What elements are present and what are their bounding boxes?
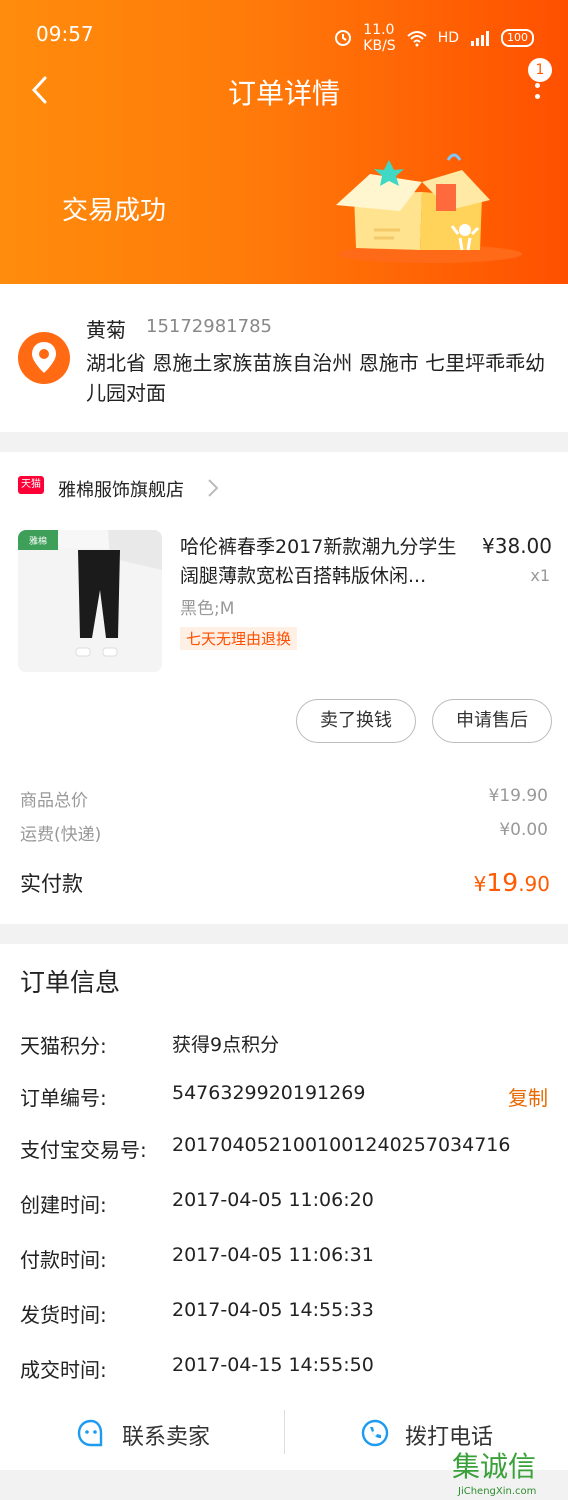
- paid-time-value: 2017-04-05 11:06:31: [172, 1244, 374, 1266]
- recipient-address: 湖北省 恩施土家族苗族自治州 恩施市 七里坪乖乖幼儿园对面: [86, 351, 546, 405]
- after-sale-button[interactable]: 申请售后: [432, 699, 552, 743]
- watermark-site: JiChengXin.com: [458, 1486, 537, 1497]
- points-label: 天猫积分:: [20, 1034, 107, 1058]
- status-time: 09:57: [36, 22, 94, 46]
- status-icons: 11.0 KB/S HD 100: [333, 22, 534, 54]
- alipay-trade-value: 2017040521001001240257034716: [172, 1134, 511, 1156]
- paid-time-label: 付款时间:: [20, 1248, 107, 1272]
- order-number-label: 订单编号:: [20, 1086, 107, 1110]
- location-pin-icon: [18, 332, 70, 384]
- chevron-right-icon[interactable]: [206, 478, 220, 498]
- recipient-name: 黄菊: [86, 318, 126, 342]
- network-speed: 11.0 KB/S: [363, 22, 396, 54]
- shipping-fee-value: ¥0.00: [499, 820, 548, 840]
- shop-name[interactable]: 雅棉服饰旗舰店: [58, 476, 184, 502]
- chat-icon[interactable]: [76, 1418, 106, 1448]
- product-price: ¥38.00: [482, 534, 552, 558]
- tmall-badge: 天猫: [18, 476, 44, 494]
- phone-icon[interactable]: [360, 1418, 390, 1448]
- alarm-icon: [335, 30, 352, 46]
- gift-box-illustration: [336, 153, 522, 263]
- shipped-time-value: 2017-04-05 14:55:33: [172, 1299, 374, 1321]
- product-quantity: x1: [530, 566, 550, 585]
- goods-total-label: 商品总价: [20, 791, 88, 811]
- created-time-value: 2017-04-05 11:06:20: [172, 1189, 374, 1211]
- order-number-value: 5476329920191269: [172, 1082, 366, 1104]
- goods-total-value: ¥19.90: [488, 786, 548, 806]
- network-type: HD: [437, 30, 459, 46]
- order-item-card: [0, 452, 568, 924]
- created-time-label: 创建时间:: [20, 1193, 107, 1217]
- sell-button[interactable]: 卖了换钱: [296, 699, 416, 743]
- page-title: 订单详情: [227, 77, 340, 110]
- return-policy-tag: 七天无理由退换: [180, 627, 298, 650]
- shipped-time-label: 发货时间:: [20, 1303, 107, 1327]
- product-title[interactable]: 哈伦裤春季2017新款潮九分学生阔腿薄款宽松百搭韩版休闲...: [180, 533, 470, 591]
- deal-time-value: 2017-04-15 14:55:50: [172, 1354, 374, 1376]
- product-spec: 黑色;M: [180, 599, 235, 619]
- contact-seller-button[interactable]: 联系卖家: [122, 1419, 210, 1451]
- order-info-title: 订单信息: [20, 968, 121, 997]
- message-badge: 1: [528, 58, 552, 82]
- shipping-fee-label: 运费(快递): [20, 825, 102, 845]
- footer-divider: [284, 1410, 285, 1454]
- call-phone-button[interactable]: 拨打电话: [405, 1419, 493, 1451]
- paid-label: 实付款: [20, 872, 83, 896]
- order-status: 交易成功: [62, 196, 167, 226]
- copy-order-number-button[interactable]: 复制: [508, 1082, 548, 1111]
- battery-icon: 100: [501, 29, 534, 47]
- deal-time-label: 成交时间:: [20, 1358, 107, 1382]
- wifi-icon: [407, 31, 427, 47]
- points-value: 获得9点积分: [172, 1034, 280, 1056]
- paid-amount: ¥19.90: [473, 868, 550, 897]
- thumb-brand: 雅棉: [29, 535, 47, 547]
- recipient-phone: 15172981785: [146, 316, 272, 337]
- alipay-trade-label: 支付宝交易号:: [20, 1138, 147, 1162]
- product-thumbnail[interactable]: 雅棉: [18, 530, 162, 672]
- signal-icon: [471, 31, 489, 46]
